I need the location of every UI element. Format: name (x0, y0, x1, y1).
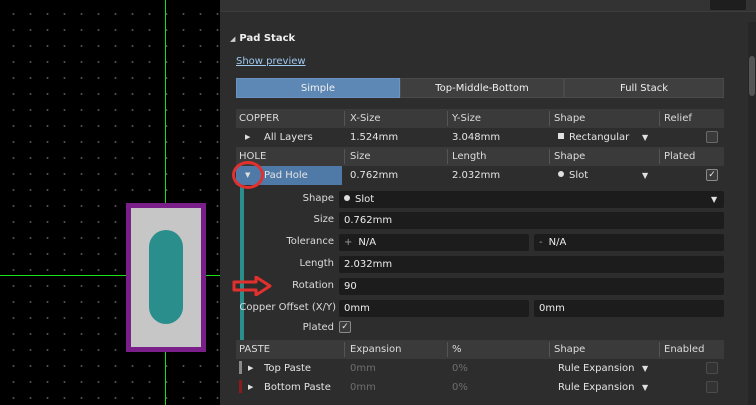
minus-sign: - (539, 237, 543, 248)
chevron-down-icon[interactable]: ▼ (642, 171, 648, 180)
paste-row-top[interactable]: ▶ Top Paste 0mm 0% Rule Expansion ▼ (236, 359, 724, 378)
paste-name: Bottom Paste (264, 382, 331, 393)
shape-label: Shape (302, 193, 334, 204)
paste-shape-value[interactable]: Rule Expansion (558, 359, 634, 378)
detail-shape-value: Slot (355, 194, 375, 205)
hole-length[interactable]: 2.032mm (452, 166, 500, 185)
detail-plated-checkbox[interactable]: ✓ (339, 321, 351, 333)
triangle-collapse-icon[interactable]: ◢ (230, 35, 235, 43)
paste-enabled-checkbox[interactable] (706, 362, 718, 374)
copper-shape-select[interactable]: Rectangular (558, 128, 629, 147)
triangle-expander-icon[interactable]: ▶ (248, 359, 253, 378)
copper-offset-y-input[interactable]: 0mm (534, 300, 724, 317)
size-label: Size (313, 214, 334, 225)
copper-row-all-layers[interactable]: ▶ All Layers 1.524mm 3.048mm Rectangular… (236, 128, 724, 147)
plus-sign: + (344, 237, 353, 248)
tolerance-plus-input[interactable]: + N/A (339, 234, 529, 251)
chevron-down-icon[interactable]: ▼ (642, 133, 648, 142)
paste-col-name: PASTE (239, 344, 271, 355)
paste-col-shape: Shape (554, 344, 586, 355)
relief-checkbox[interactable] (706, 131, 718, 143)
paste-header-row: PASTE Expansion % Shape Enabled (236, 340, 724, 359)
hole-header-row: HOLE Size Length Shape Plated (236, 147, 724, 166)
tab-top-middle-bottom[interactable]: Top-Middle-Bottom (400, 78, 564, 98)
rotation-label: Rotation (292, 280, 334, 291)
tolerance-label: Tolerance (286, 236, 334, 247)
slot-hole-shape[interactable] (149, 230, 183, 324)
detail-length-input[interactable]: 2.032mm (339, 256, 724, 273)
square-shape-icon (558, 133, 564, 139)
hole-col-plated: Plated (664, 151, 696, 162)
paste-row-bottom[interactable]: ▶ Bottom Paste 0mm 0% Rule Expansion ▼ (236, 378, 724, 397)
hole-col-length: Length (452, 151, 487, 162)
chevron-down-icon[interactable]: ▼ (642, 383, 648, 392)
hole-col-shape: Shape (554, 151, 586, 162)
tab-simple[interactable]: Simple (236, 78, 400, 98)
annotation-circle (232, 161, 264, 189)
tolerance-plus-value: N/A (358, 237, 377, 248)
top-paste-color-swatch (239, 359, 248, 378)
mode-tabs: Simple Top-Middle-Bottom Full Stack (236, 78, 724, 98)
panel-scrollbar[interactable] (748, 22, 756, 405)
section-title: Pad Stack (239, 33, 296, 44)
copper-x-size[interactable]: 1.524mm (350, 128, 398, 147)
paste-percent[interactable]: 0% (452, 359, 468, 378)
show-preview-link[interactable]: Show preview (236, 56, 306, 67)
detail-indent-bar (240, 186, 244, 341)
tolerance-minus-value: N/A (548, 237, 567, 248)
hole-row-pad-hole[interactable]: ▼ Pad Hole 0.762mm 2.032mm Slot ▼ ✓ (236, 166, 724, 186)
pcb-canvas[interactable] (0, 0, 220, 405)
paste-enabled-checkbox[interactable] (706, 381, 718, 393)
checkmark-icon: ✓ (341, 322, 349, 332)
copper-layer-name: All Layers (264, 132, 313, 143)
paste-expansion[interactable]: 0mm (350, 359, 376, 378)
hole-size[interactable]: 0.762mm (350, 166, 398, 185)
copper-shape-value: Rectangular (569, 132, 630, 143)
properties-panel: ◢ Pad Stack Show preview Simple Top-Middl… (220, 0, 756, 405)
hole-shape-value: Slot (569, 170, 589, 181)
detail-plated-label: Plated (302, 322, 334, 333)
paste-col-enabled: Enabled (664, 344, 705, 355)
detail-rotation-input[interactable]: 90 (339, 278, 724, 295)
paste-col-percent: % (452, 344, 462, 355)
top-field[interactable] (710, 0, 746, 10)
copper-col-relief: Relief (664, 113, 692, 124)
paste-percent[interactable]: 0% (452, 378, 468, 397)
tab-full-stack[interactable]: Full Stack (564, 78, 724, 98)
paste-col-expansion: Expansion (350, 344, 402, 355)
circle-shape-icon (344, 195, 350, 201)
copper-col-name: COPPER (239, 113, 280, 124)
copper-offset-x-input[interactable]: 0mm (339, 300, 529, 317)
panel-top-strip (220, 0, 756, 12)
triangle-expander-icon[interactable]: ▶ (245, 128, 250, 147)
copper-y-size[interactable]: 3.048mm (452, 128, 500, 147)
detail-shape-select[interactable]: Slot ▼ (339, 191, 724, 208)
hole-shape-select[interactable]: Slot (558, 166, 588, 185)
hole-name: Pad Hole (264, 170, 308, 181)
detail-size-input[interactable]: 0.762mm (339, 212, 724, 229)
copper-header-row: COPPER X-Size Y-Size Shape Relief (236, 109, 724, 128)
chevron-down-icon[interactable]: ▼ (642, 364, 648, 373)
copper-col-xsize: X-Size (350, 113, 381, 124)
paste-name: Top Paste (264, 363, 312, 374)
checkmark-icon: ✓ (708, 170, 716, 180)
tolerance-minus-input[interactable]: - N/A (534, 234, 724, 251)
hole-col-size: Size (350, 151, 371, 162)
copper-offset-label: Copper Offset (X/Y) (239, 302, 336, 313)
bottom-paste-color-swatch (239, 378, 248, 397)
triangle-expander-icon[interactable]: ▶ (248, 378, 253, 397)
copper-col-shape: Shape (554, 113, 586, 124)
scrollbar-thumb[interactable] (749, 56, 755, 96)
plated-checkbox[interactable]: ✓ (706, 169, 718, 181)
pad-stack-section-header[interactable]: ◢ Pad Stack (230, 33, 295, 44)
circle-shape-icon (558, 171, 564, 177)
paste-shape-value[interactable]: Rule Expansion (558, 378, 634, 397)
annotation-arrow-icon (232, 276, 272, 296)
copper-col-ysize: Y-Size (452, 113, 482, 124)
paste-expansion[interactable]: 0mm (350, 378, 376, 397)
length-label: Length (299, 258, 335, 269)
chevron-down-icon[interactable]: ▼ (711, 191, 717, 208)
